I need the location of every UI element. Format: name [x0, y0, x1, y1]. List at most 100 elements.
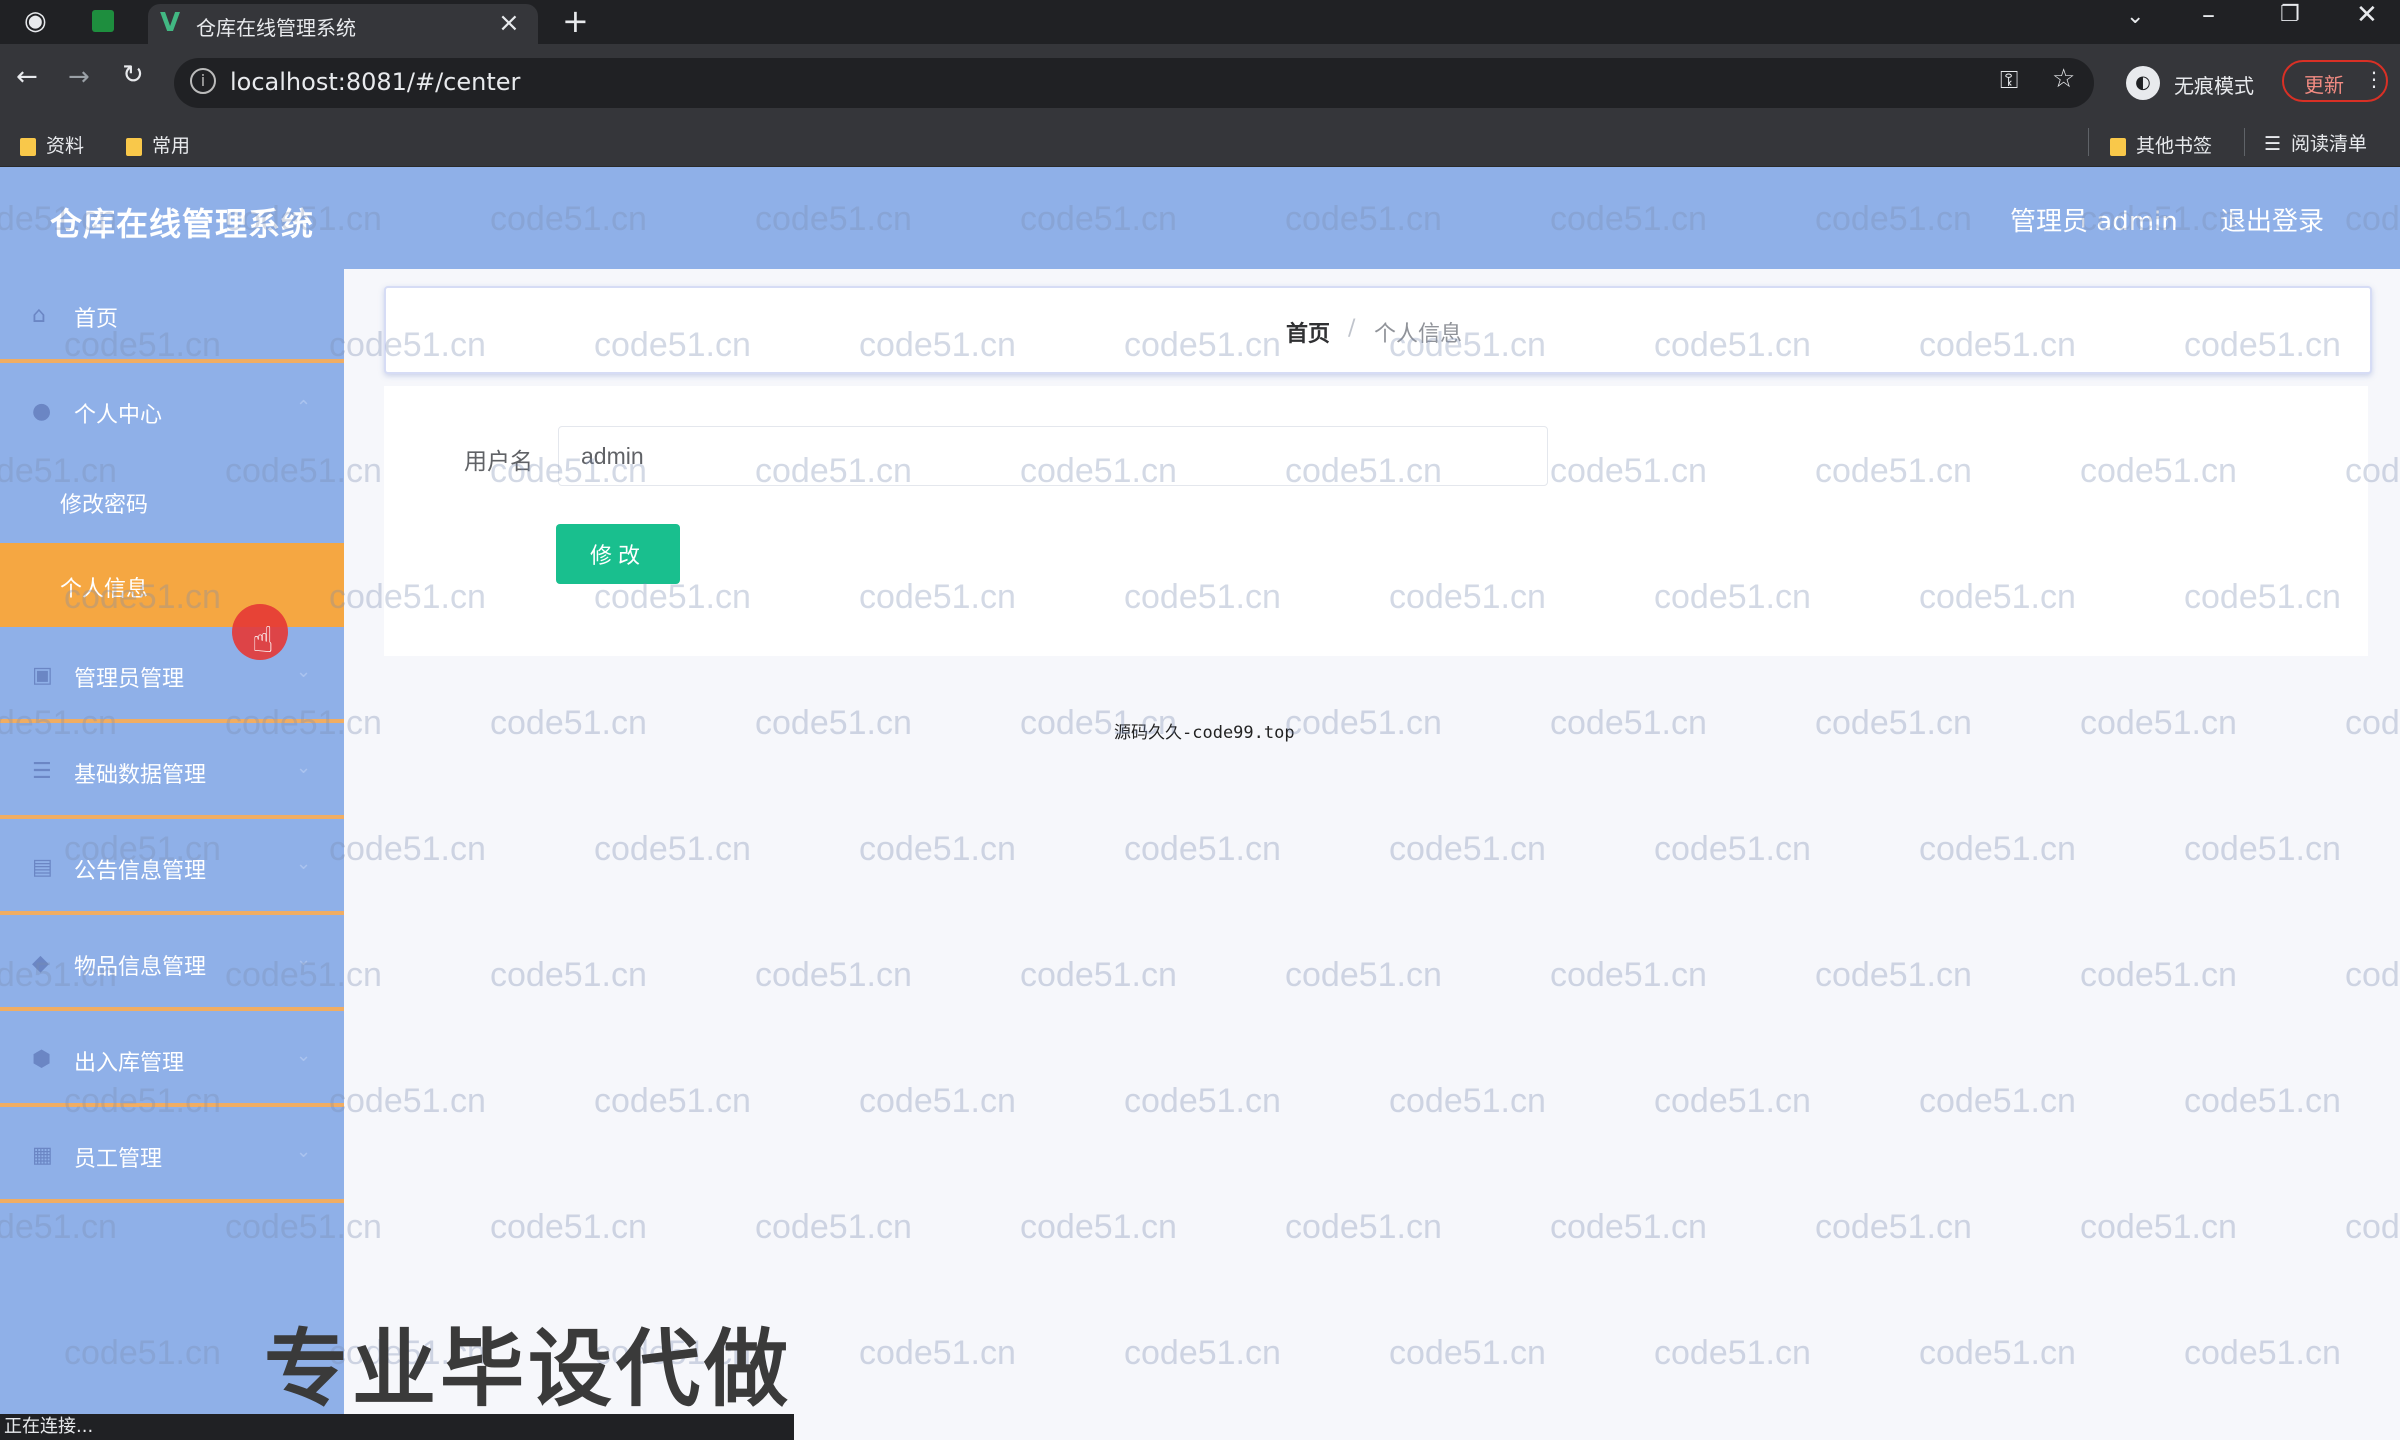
staff-icon: ▦: [32, 1143, 53, 1168]
sidebar-subitem-label: 修改密码: [60, 493, 149, 518]
watermark-text: code51.cn: [1654, 1082, 1811, 1120]
watermark-text: code51.cn: [329, 830, 486, 868]
sidebar-item-inout-management[interactable]: ⬢ 出入库管理 ⌄: [0, 1013, 344, 1107]
restore-icon[interactable]: ❐: [2280, 2, 2300, 27]
app-header: 仓库在线管理系统 管理员 admin 退出登录: [0, 167, 2400, 269]
watermark-text: code51.cn: [2345, 956, 2400, 994]
breadcrumb-home[interactable]: 首页: [1286, 316, 1330, 348]
bookmark-divider: [2244, 128, 2245, 156]
watermark-text: code51.cn: [1389, 1082, 1546, 1120]
watermark-text: code51.cn: [2184, 1082, 2341, 1120]
username-input[interactable]: [558, 426, 1548, 486]
folder-icon: [126, 137, 142, 156]
tab-search-icon[interactable]: ⌄: [2126, 4, 2144, 29]
url-text[interactable]: localhost:8081/#/center: [230, 68, 520, 96]
watermark-text: code51.cn: [594, 1082, 751, 1120]
sidebar-item-label: 首页: [74, 307, 119, 332]
bookmark-label: 常用: [152, 135, 191, 157]
watermark-text: code51.cn: [2184, 830, 2341, 868]
bookmark-folder-2[interactable]: 常用: [126, 131, 190, 158]
incognito-label: 无痕模式: [2174, 74, 2254, 98]
watermark-text: code51.cn: [1919, 1082, 2076, 1120]
bookmark-label: 资料: [46, 135, 85, 157]
sidebar-subitem-change-password[interactable]: 修改密码: [0, 459, 344, 543]
tab-close-icon[interactable]: ×: [498, 8, 520, 38]
app-title: 仓库在线管理系统: [50, 205, 315, 243]
vue-favicon-icon: V: [160, 8, 181, 38]
url-box[interactable]: i localhost:8081/#/center ⚿ ☆: [174, 58, 2094, 108]
chevron-down-icon: ⌄: [296, 1141, 312, 1162]
submit-edit-button[interactable]: 修改: [556, 524, 680, 584]
chevron-down-icon: ⌄: [296, 661, 312, 682]
sidebar-item-personal-center[interactable]: ● 个人中心 ⌃: [0, 365, 344, 459]
incognito-icon: ◐: [2126, 66, 2160, 100]
chevron-down-icon: ⌄: [296, 853, 312, 874]
close-window-icon[interactable]: ✕: [2356, 0, 2378, 30]
other-bookmarks-label: 其他书签: [2136, 135, 2213, 157]
watermark-text: code51.cn: [2345, 704, 2400, 742]
sidebar-item-goods-management[interactable]: ◆ 物品信息管理 ⌄: [0, 917, 344, 1011]
incognito-indicator[interactable]: ◐ 无痕模式: [2120, 58, 2260, 108]
sidebar-item-label: 管理员管理: [74, 667, 185, 692]
watermark-text: code51.cn: [1654, 830, 1811, 868]
breadcrumb-separator: /: [1348, 316, 1356, 341]
tab-title: 仓库在线管理系统: [196, 16, 356, 40]
watermark-text: code51.cn: [1815, 956, 1972, 994]
browser-tab[interactable]: V 仓库在线管理系统 ×: [148, 4, 538, 44]
new-tab-icon[interactable]: +: [562, 2, 589, 40]
personal-info-form: 用户名 修改: [384, 386, 2368, 656]
sidebar-item-notice-management[interactable]: ▤ 公告信息管理 ⌄: [0, 821, 344, 915]
sidebar-item-home[interactable]: ⌂ 首页: [0, 269, 344, 363]
forward-icon[interactable]: →: [68, 62, 90, 92]
sidebar-item-base-data-management[interactable]: ☰ 基础数据管理 ⌄: [0, 725, 344, 819]
address-bar-row: ← → ↻ i localhost:8081/#/center ⚿ ☆ ◐ 无痕…: [0, 44, 2400, 120]
browser-tab-bar: ◉ V 仓库在线管理系统 × + ⌄ – ❐ ✕: [0, 0, 2400, 44]
watermark-text: code51.cn: [2345, 1208, 2400, 1246]
reading-list-icon: ☰: [2264, 133, 2282, 155]
watermark-text: code51.cn: [859, 1334, 1016, 1372]
bookmark-folder-1[interactable]: 资料: [20, 131, 84, 158]
watermark-text: code51.cn: [329, 1082, 486, 1120]
notice-icon: ▤: [32, 855, 53, 880]
pinned-tab-icon[interactable]: [92, 10, 114, 32]
key-icon[interactable]: ⚿: [2000, 66, 2018, 94]
back-icon[interactable]: ←: [16, 62, 38, 92]
watermark-text: code51.cn: [1550, 956, 1707, 994]
current-user-label: 管理员 admin: [2010, 207, 2178, 237]
logout-link[interactable]: 退出登录: [2220, 201, 2324, 238]
bookmarks-bar: 资料 常用 其他书签 ☰ 阅读清单: [0, 120, 2400, 167]
watermark-text: code51.cn: [2080, 956, 2237, 994]
watermark-text: code51.cn: [1919, 830, 2076, 868]
sidebar-subitem-personal-info[interactable]: 个人信息: [0, 543, 344, 627]
watermark-text: code51.cn: [1919, 1334, 2076, 1372]
site-info-icon[interactable]: i: [190, 68, 216, 94]
browser-menu-icon[interactable]: ◉: [24, 6, 47, 36]
home-icon: ⌂: [32, 303, 46, 328]
other-bookmarks[interactable]: 其他书签: [2110, 131, 2212, 158]
reading-list[interactable]: ☰ 阅读清单: [2264, 129, 2367, 156]
sidebar-item-staff-management[interactable]: ▦ 员工管理 ⌄: [0, 1109, 344, 1203]
folder-icon: [20, 137, 36, 156]
reload-icon[interactable]: ↻: [122, 60, 144, 90]
bookmark-star-icon[interactable]: ☆: [2052, 64, 2075, 94]
watermark-text: code51.cn: [490, 704, 647, 742]
watermark-text: code51.cn: [1285, 704, 1442, 742]
watermark-text: code51.cn: [2080, 704, 2237, 742]
breadcrumb-current: 个人信息: [1374, 322, 1463, 347]
watermark-text: code51.cn: [1815, 1208, 1972, 1246]
minimize-icon[interactable]: –: [2202, 0, 2215, 30]
watermark-text: code51.cn: [1285, 956, 1442, 994]
watermark-text: code51.cn: [1654, 1334, 1811, 1372]
update-button[interactable]: 更新 ⋮: [2282, 60, 2388, 102]
update-label: 更新: [2304, 73, 2344, 97]
sidebar: ⌂ 首页 ● 个人中心 ⌃ 修改密码 个人信息 ▣ 管理员管理 ⌄ ☰ 基础数据…: [0, 269, 344, 1420]
user-icon: ●: [32, 399, 52, 424]
sidebar-item-admin-management[interactable]: ▣ 管理员管理 ⌄: [0, 629, 344, 723]
watermark-text: code51.cn: [1020, 956, 1177, 994]
username-label: 用户名: [464, 449, 533, 475]
watermark-text: code51.cn: [859, 1082, 1016, 1120]
watermark-text: code51.cn: [1285, 1208, 1442, 1246]
folder-icon: [2110, 137, 2126, 156]
watermark-text: code51.cn: [490, 956, 647, 994]
watermark-text: code51.cn: [755, 704, 912, 742]
